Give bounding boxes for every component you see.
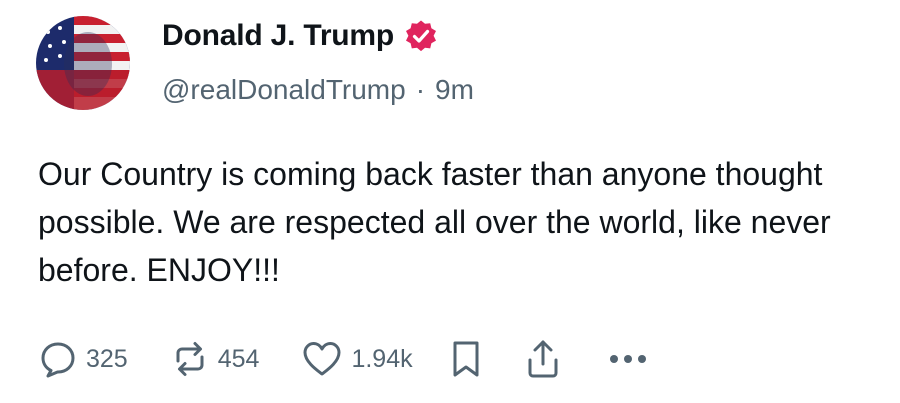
post-text: Our Country is coming back faster than a… (38, 156, 831, 288)
share-button[interactable] (523, 338, 563, 380)
avatar[interactable] (36, 16, 130, 110)
post-actions-bar: 325 454 1.94k (38, 334, 649, 384)
like-count: 1.94k (351, 344, 413, 373)
post-timestamp[interactable]: 9m (435, 74, 474, 106)
repost-icon (176, 342, 204, 376)
reply-icon (41, 342, 75, 378)
author-name-row: Donald J. Trump (162, 14, 438, 58)
separator-dot: · (415, 74, 426, 105)
author-display-name[interactable]: Donald J. Trump (162, 19, 394, 53)
author-handle-row: @realDonaldTrump · 9m (162, 70, 474, 110)
repost-count: 454 (217, 344, 260, 373)
share-icon (528, 340, 558, 378)
like-button[interactable]: 1.94k (301, 339, 413, 379)
avatar-flag-portrait-image (36, 16, 130, 110)
verified-badge-icon (406, 20, 437, 52)
bookmark-button[interactable] (449, 339, 483, 379)
like-icon (303, 342, 341, 376)
repost-button[interactable]: 454 (170, 339, 260, 379)
author-handle[interactable]: @realDonaldTrump (162, 74, 406, 106)
reply-count: 325 (86, 344, 128, 373)
bookmark-icon (453, 341, 479, 377)
more-icon (609, 355, 646, 363)
reply-button[interactable]: 325 (38, 339, 128, 379)
more-options-button[interactable] (607, 349, 649, 369)
